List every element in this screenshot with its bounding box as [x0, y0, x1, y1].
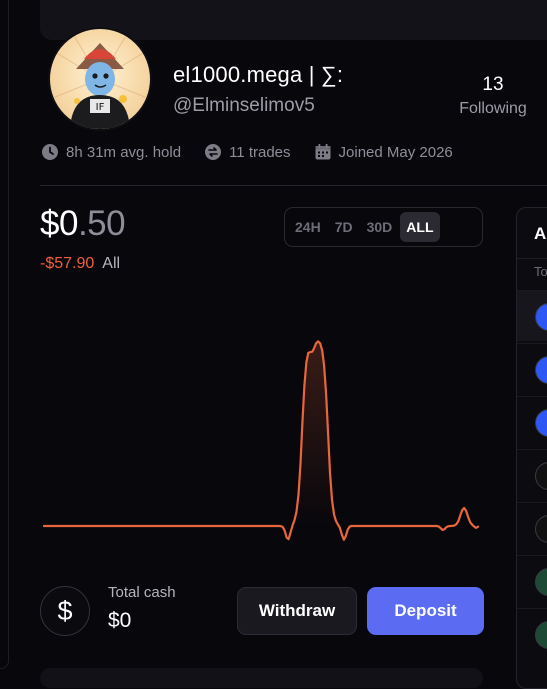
side-panel-row[interactable] — [517, 608, 547, 659]
chart-series-line — [42, 340, 480, 541]
range-all-button[interactable]: ALL — [400, 212, 440, 242]
time-range-selector: 24H 7D 30D ALL — [284, 207, 483, 247]
stats-row: 8h 31m avg. hold 11 trades Joined May 20… — [41, 143, 476, 161]
avatar-illustration-icon: IF — [50, 29, 150, 129]
balance-main: $0 — [40, 204, 78, 243]
section-divider — [40, 185, 547, 186]
withdraw-button[interactable]: Withdraw — [237, 587, 357, 635]
dark-token-icon — [535, 462, 547, 490]
side-panel: A To — [516, 207, 547, 689]
side-panel-row[interactable] — [517, 343, 547, 394]
bottom-card — [40, 668, 483, 688]
calendar-icon — [315, 144, 331, 160]
clock-icon — [42, 144, 58, 160]
avatar[interactable]: IF — [48, 27, 152, 131]
side-panel-row[interactable] — [517, 290, 547, 341]
pnl-value: -$57.90 — [40, 255, 95, 272]
range-7d-button[interactable]: 7D — [329, 212, 359, 242]
dollar-icon: $ — [40, 586, 90, 636]
portfolio-balance: $0.50 — [40, 204, 126, 244]
side-panel-row[interactable] — [517, 502, 547, 553]
blue-token-icon — [535, 409, 547, 437]
username: el1000.mega | ∑: — [173, 62, 344, 87]
left-panel-edge — [0, 0, 9, 669]
side-panel-row[interactable] — [517, 555, 547, 606]
following-count[interactable]: 13 — [459, 74, 527, 96]
blue-token-icon — [535, 356, 547, 384]
svg-text:IF: IF — [96, 102, 105, 113]
pnl-row: -$57.90 All — [40, 255, 120, 273]
side-panel-header: A — [534, 224, 547, 243]
total-cash-value: $0 — [108, 609, 132, 632]
range-30d-button[interactable]: 30D — [361, 212, 399, 242]
green-token-icon — [535, 568, 547, 596]
balance-cents: .50 — [77, 204, 126, 243]
green-token-icon — [535, 621, 547, 649]
side-panel-row[interactable] — [517, 449, 547, 500]
stat-trades: 11 trades — [204, 143, 291, 161]
following-label[interactable]: Following — [451, 100, 535, 118]
side-panel-subheader: To — [534, 264, 547, 279]
pnl-period: All — [102, 255, 121, 272]
side-panel-separator — [517, 258, 547, 259]
deposit-button[interactable]: Deposit — [367, 587, 484, 635]
dark-token-icon — [535, 515, 547, 543]
total-cash-label: Total cash — [108, 584, 176, 601]
pnl-chart — [42, 340, 480, 541]
stat-avg-hold: 8h 31m avg. hold — [41, 143, 181, 161]
side-panel-row[interactable] — [517, 396, 547, 447]
stat-joined: Joined May 2026 — [314, 143, 453, 161]
swap-icon — [205, 144, 222, 160]
user-handle: @Elminselimov5 — [173, 95, 315, 116]
joined-text: Joined May 2026 — [338, 143, 453, 161]
range-24h-button[interactable]: 24H — [289, 212, 327, 242]
blue-token-icon — [535, 303, 547, 331]
trades-text: 11 trades — [229, 143, 291, 161]
avg-hold-text: 8h 31m avg. hold — [66, 143, 182, 161]
